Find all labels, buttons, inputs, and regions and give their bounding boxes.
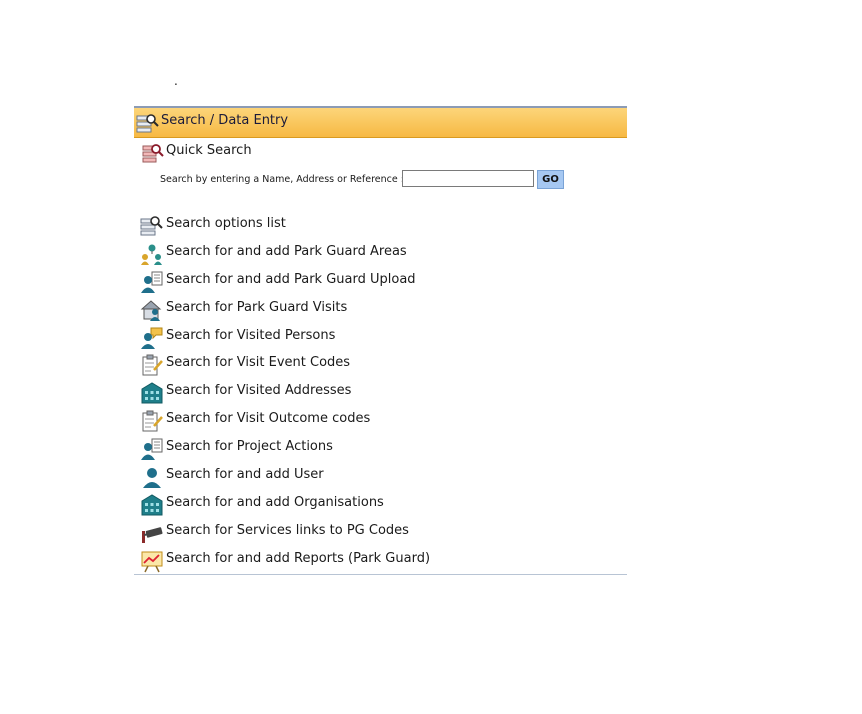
search-link-item[interactable]: Search for Project Actions bbox=[140, 435, 560, 461]
user-document-icon bbox=[140, 270, 164, 294]
search-link-item[interactable]: Search for Visit Event Codes bbox=[140, 351, 560, 377]
search-link-label[interactable]: Search for Services links to PG Codes bbox=[166, 523, 409, 538]
panel-header[interactable]: Search / Data Entry bbox=[134, 106, 627, 138]
search-link-label[interactable]: Search for Visit Event Codes bbox=[166, 355, 350, 370]
search-link-item[interactable]: Search for and add Reports (Park Guard) bbox=[140, 547, 560, 573]
search-link-label[interactable]: Search for Visited Persons bbox=[166, 328, 335, 343]
clipboard-pencil-icon bbox=[140, 353, 164, 377]
person-speech-icon bbox=[140, 326, 164, 350]
chart-board-icon bbox=[140, 549, 164, 573]
building-icon bbox=[140, 381, 164, 405]
areas-icon bbox=[140, 242, 164, 266]
user-document-icon bbox=[140, 437, 164, 461]
go-button[interactable]: GO bbox=[537, 170, 564, 189]
search-link-label[interactable]: Search for and add Organisations bbox=[166, 495, 384, 510]
search-link-label[interactable]: Search for and add Park Guard Areas bbox=[166, 244, 407, 259]
quick-search-prompt: Search by entering a Name, Address or Re… bbox=[160, 174, 404, 185]
search-list-icon bbox=[136, 113, 160, 139]
clipboard-pencil-icon bbox=[140, 409, 164, 433]
top-dot: . bbox=[174, 74, 178, 88]
search-data-entry-panel: Search / Data Entry Quick Search Search … bbox=[134, 106, 627, 575]
search-link-label[interactable]: Search for Park Guard Visits bbox=[166, 300, 347, 315]
search-link-item[interactable]: Search for Visited Addresses bbox=[140, 379, 560, 405]
building-icon bbox=[140, 493, 164, 517]
user-icon bbox=[140, 465, 164, 489]
search-link-label[interactable]: Search for Visited Addresses bbox=[166, 383, 351, 398]
search-link-label[interactable]: Search for and add User bbox=[166, 467, 324, 482]
search-link-item[interactable]: Search for Visit Outcome codes bbox=[140, 407, 560, 433]
search-link-item[interactable]: Search for Visited Persons bbox=[140, 324, 560, 350]
search-link-item[interactable]: Search for and add User bbox=[140, 463, 560, 489]
search-link-label[interactable]: Search for and add Park Guard Upload bbox=[166, 272, 416, 287]
panel-title: Search / Data Entry bbox=[161, 113, 289, 128]
house-person-icon bbox=[140, 298, 164, 322]
search-link-label[interactable]: Search for and add Reports (Park Guard) bbox=[166, 551, 430, 566]
camera-icon bbox=[140, 521, 164, 545]
quick-search-icon bbox=[142, 142, 164, 168]
search-link-item[interactable]: Search for and add Park Guard Areas bbox=[140, 240, 560, 266]
search-link-label[interactable]: Search for Project Actions bbox=[166, 439, 333, 454]
search-link-item[interactable]: Search for and add Organisations bbox=[140, 491, 560, 517]
search-link-item[interactable]: Search for and add Park Guard Upload bbox=[140, 268, 560, 294]
quick-search-title[interactable]: Quick Search bbox=[166, 143, 252, 158]
search-link-label[interactable]: Search for Visit Outcome codes bbox=[166, 411, 370, 426]
search-list-icon bbox=[140, 214, 164, 238]
search-link-item[interactable]: Search for Park Guard Visits bbox=[140, 296, 560, 322]
quick-search-input[interactable] bbox=[402, 170, 534, 187]
search-link-label[interactable]: Search options list bbox=[166, 216, 286, 231]
search-link-item[interactable]: Search options list bbox=[140, 212, 560, 238]
search-link-item[interactable]: Search for Services links to PG Codes bbox=[140, 519, 560, 545]
